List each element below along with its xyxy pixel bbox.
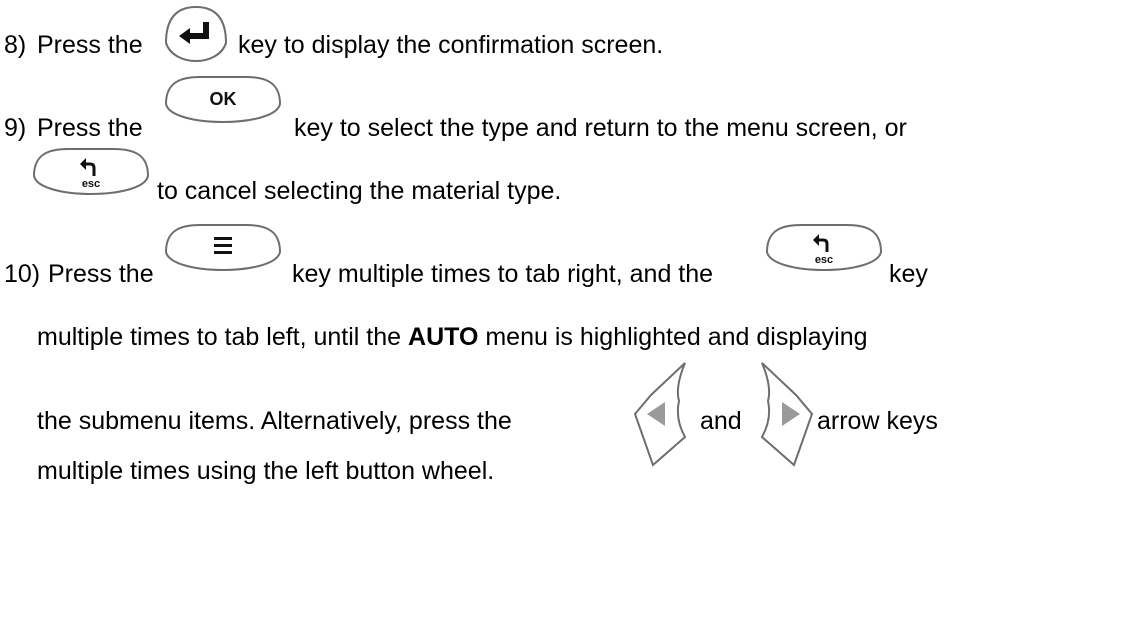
- step-10-description: key multiple times to tab right, and the: [292, 260, 714, 288]
- step-10-line2-post: menu is highlighted and displaying: [485, 323, 868, 351]
- step-10-number: 10): [4, 260, 41, 288]
- step-9-description: key to select the type and return to the…: [294, 114, 907, 142]
- step-9-line2: to cancel selecting the material type.: [157, 177, 562, 205]
- ok-key-icon: OK: [164, 76, 282, 123]
- esc-key-label: esc: [82, 178, 100, 190]
- esc-key-icon: esc: [32, 148, 150, 195]
- step-9-number: 9): [4, 114, 27, 142]
- step-10-line4: multiple times using the left button whe…: [37, 457, 495, 485]
- esc-key-label-2: esc: [815, 254, 833, 266]
- step-10-and: and: [700, 407, 742, 435]
- esc-key-icon-2: esc: [765, 224, 883, 271]
- step-8-description: key to display the confirmation screen.: [238, 31, 664, 59]
- step-10-line2: multiple times to tab left, until the AU…: [37, 322, 868, 352]
- menu-key-icon: [164, 224, 282, 271]
- step-8-text: Press the: [37, 31, 143, 59]
- enter-key-icon: [164, 5, 228, 62]
- step-10-end: key: [889, 260, 928, 288]
- step-10-line2-pre: multiple times to tab left, until the: [37, 323, 402, 351]
- right-arrow-key-icon: [760, 362, 814, 467]
- step-10-line3: the submenu items. Alternatively, press …: [37, 407, 512, 435]
- step-8-number: 8): [4, 31, 27, 59]
- ok-key-label: OK: [210, 89, 237, 109]
- left-arrow-key-icon: [633, 362, 687, 467]
- step-10-line3-post: arrow keys: [817, 407, 938, 435]
- step-10-text: Press the: [48, 260, 154, 288]
- auto-menu-label: AUTO: [408, 323, 479, 351]
- step-9-text: Press the: [37, 114, 143, 142]
